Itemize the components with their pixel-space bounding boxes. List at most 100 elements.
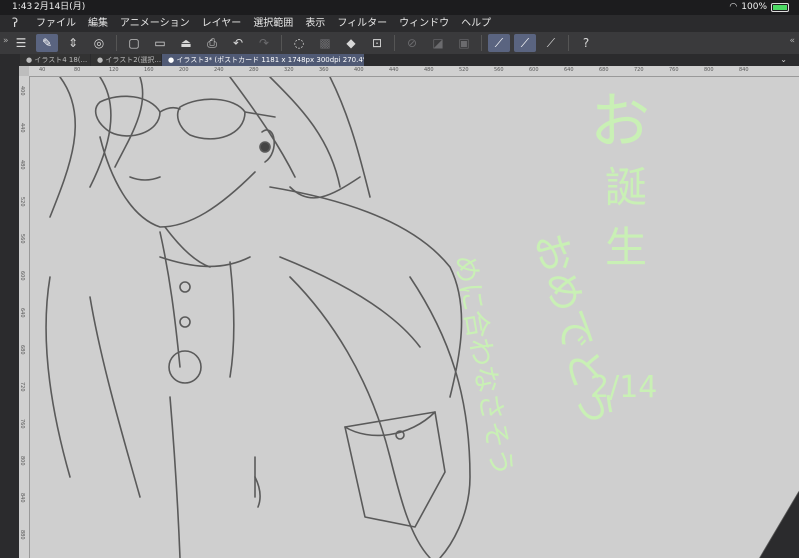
ruler-h-label: 160 [144,67,154,73]
ruler-h-label: 520 [459,67,469,73]
glasses-arm [244,111,276,118]
ruler-v-label: 440 [19,123,25,133]
ruler-v-label: 560 [19,234,25,244]
menu-file[interactable]: ファイル [30,15,82,32]
new-file-icon[interactable]: ▢ [123,34,145,52]
battery-label: 100% [741,2,767,12]
ruler-h-label: 360 [319,67,329,73]
menu-bar: ʔ ファイル 編集 アニメーション レイヤー 選択範囲 表示 フィルター ウィン… [0,15,799,32]
draft-layer-icon[interactable]: ▣ [453,34,475,52]
drawing-canvas[interactable]: お 誕 生 おめでとう 2/14 めに合わなさそう [30,77,799,558]
toolbar-divider [568,35,569,51]
arm-pocket [344,411,446,528]
brush-settings-icon[interactable]: ✎ [36,34,58,52]
ruler-h-label: 240 [214,67,224,73]
undo-icon[interactable]: ↶ [227,34,249,52]
up-down-arrows-icon[interactable]: ⇕ [62,34,84,52]
tab-illust3[interactable]: ● イラスト3* (ポストカード 1181 x 1748px 300dpi 27… [162,54,364,66]
ruler-v-label: 880 [19,530,25,540]
left-panel-toggle-icon[interactable]: » [3,36,9,46]
hair-stroke [269,77,341,188]
collar-left [159,231,181,368]
glasses-lens-left [94,95,161,137]
hood-outline [269,186,463,398]
toolbar-divider [481,35,482,51]
export-icon[interactable]: ⎙ [201,34,223,52]
menu-animation[interactable]: アニメーション [114,15,196,32]
mouth [129,176,161,181]
collar-right [229,261,235,378]
ruler-v-label: 720 [19,382,25,392]
menu-window[interactable]: ウィンドウ [393,15,455,32]
status-date: 2月14日(月) [34,2,86,12]
ruler-corner [19,66,29,76]
command-bar: ☰ ✎ ⇕ ◎ ▢ ▭ ⏏ ⎙ ↶ ↷ ◌ ▩ ◆ ⊡ ⊘ ◪ ▣ ⟋ ⟋ ⟋ … [0,32,799,54]
selection-invert-icon[interactable]: ▩ [314,34,336,52]
save-icon[interactable]: ⏏ [175,34,197,52]
hamburger-menu-icon[interactable]: ☰ [10,34,32,52]
ruler-h-label: 560 [494,67,504,73]
ruler-v-label: 840 [19,493,25,503]
stabilizer-icon[interactable]: ⟋ [488,34,510,52]
coat-stroke [89,296,141,498]
text-line1-char: お [590,87,650,157]
menu-help[interactable]: ヘルプ [455,15,497,32]
earring [259,141,271,153]
text-date: 2/14 [590,370,657,405]
transform-icon[interactable]: ⊡ [366,34,388,52]
open-folder-icon[interactable]: ▭ [149,34,171,52]
status-time: 1:43 [12,2,33,12]
left-edge-strip [0,66,19,558]
ruler-h-label: 320 [284,67,294,73]
tab-illust4[interactable]: ● イラスト4 18(... [20,54,90,66]
status-right: ◠ 100% [729,0,789,15]
right-panel-toggle-icon[interactable]: « [789,36,795,46]
ruler-h-label: 40 [39,67,46,73]
tabs-dropdown-icon[interactable]: ⌄ [780,54,787,66]
menu-layer[interactable]: レイヤー [196,15,248,32]
help-icon[interactable]: ? [575,34,597,52]
ruler-h-label: 760 [669,67,679,73]
horizontal-ruler: 40 80 120 160 200 240 280 320 360 400 440 480 520 560… [29,66,799,77]
battery-icon [771,3,789,12]
ruler-h-label: 840 [739,67,749,73]
button [179,281,191,293]
wifi-icon: ◠ [729,2,738,12]
ruler-v-label: 640 [19,308,25,318]
menu-selection[interactable]: 選択範囲 [247,15,299,32]
hair-stroke [114,77,144,168]
ruler-h-label: 800 [704,67,714,73]
tab-illust2[interactable]: ● イラスト2(選択... [91,54,161,66]
ruler-v-label: 520 [19,197,25,207]
snap-ruler-icon[interactable]: ⟋ [514,34,536,52]
hair-stroke [289,176,361,199]
ruler-h-label: 440 [389,67,399,73]
ruler-h-label: 480 [424,67,434,73]
toolbar-divider [116,35,117,51]
ruler-h-label: 80 [74,67,81,73]
menu-edit[interactable]: 編集 [82,15,114,32]
glasses-bridge [159,106,181,113]
ruler-h-label: 640 [564,67,574,73]
menu-filter[interactable]: フィルター [331,15,393,32]
ruler-v-label: 800 [19,456,25,466]
layer-color-icon[interactable]: ◎ [88,34,110,52]
toolbar-divider [281,35,282,51]
menu-view[interactable]: 表示 [299,15,331,32]
ruler-h-label: 680 [599,67,609,73]
snap-special-ruler-icon[interactable]: ⟋ [540,34,562,52]
text-line1-char: 生 [605,223,647,272]
fill-bucket-icon[interactable]: ◆ [340,34,362,52]
redo-icon[interactable]: ↷ [253,34,275,52]
document-tabs: ● イラスト4 18(... ● イラスト2(選択... ● イラスト3* (ポ… [0,54,799,66]
ruler-v-label: 480 [19,160,25,170]
handwritten-text-group: お 誕 生 おめでとう 2/14 めに合わなさそう [448,87,657,479]
hair-stroke [329,77,371,198]
pocket-flap [344,411,436,437]
arm-outline [289,276,431,558]
selection-clear-icon[interactable]: ◌ [288,34,310,52]
reference-layer-icon[interactable]: ◪ [427,34,449,52]
app-logo-icon[interactable]: ʔ [0,15,30,32]
crop-icon[interactable]: ⊘ [401,34,423,52]
hair-stroke [89,77,112,188]
